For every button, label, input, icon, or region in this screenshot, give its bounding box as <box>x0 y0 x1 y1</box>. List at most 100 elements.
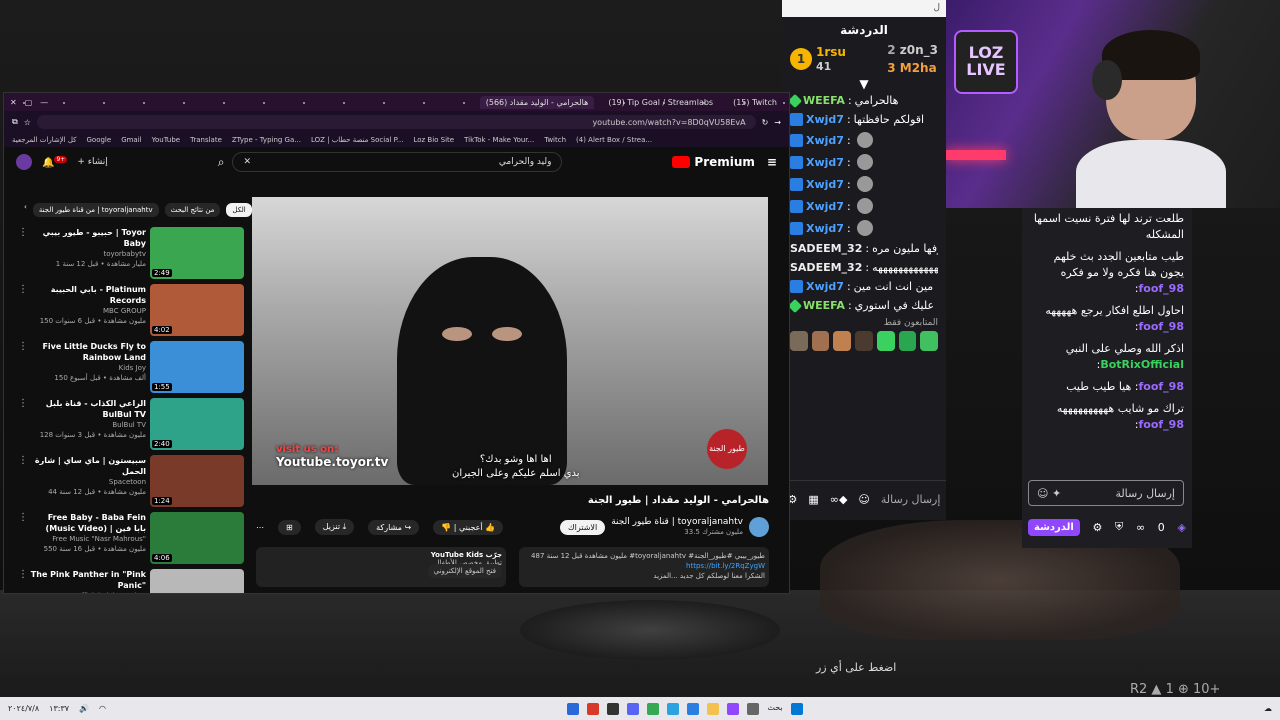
chat-username[interactable]: Xwjd7 <box>806 113 844 126</box>
related-video-channel[interactable]: Free Music "Nasr Mahrous" <box>26 534 146 544</box>
video-thumbnail[interactable]: 1:55 <box>150 341 244 393</box>
tab-twitch[interactable]: (15) Twitch <box>727 96 783 109</box>
account-avatar[interactable] <box>16 154 32 170</box>
related-video-title[interactable]: Free Baby - Baba Fein (Music Video) | با… <box>26 512 146 534</box>
search-icon[interactable]: ⌕ <box>218 155 225 170</box>
more-vert-icon[interactable]: ⋮ <box>18 569 28 580</box>
youtube-logo[interactable]: Premium ≡ <box>672 155 777 169</box>
chat-input[interactable]: إرسال رسالة <box>881 493 941 506</box>
app-icon[interactable] <box>587 702 600 715</box>
notifications-icon[interactable]: 🔔 9+ <box>42 155 68 168</box>
video-player[interactable]: visit us on: Youtube.toyor.tv اها اها وش… <box>252 197 768 485</box>
points-icon[interactable]: ◈ <box>1177 521 1185 534</box>
channel-avatar[interactable] <box>749 517 769 537</box>
chat2-username[interactable]: foof_98 <box>1139 282 1185 295</box>
volume-icon[interactable]: 🔊 <box>79 704 89 713</box>
store-icon[interactable]: ▦ <box>808 493 818 506</box>
chip-all[interactable]: الكل <box>226 203 252 217</box>
related-video-item[interactable]: ⋮The Pink Panther in "Pink Panic"Officia… <box>18 569 244 593</box>
forward-icon[interactable]: → <box>774 118 781 127</box>
chat-username[interactable]: Xwjd7 <box>806 156 844 169</box>
related-video-title[interactable]: سبيستون | ماي ساي | شارة الحمل <box>26 455 146 477</box>
emote-icon[interactable] <box>920 331 939 351</box>
related-video-title[interactable]: حبيبو - طيور بيبي | Toyor Baby <box>26 227 146 249</box>
more-vert-icon[interactable]: ⋮ <box>18 398 28 409</box>
related-video-title[interactable]: بابي الحبيبة - Platinum Records <box>26 284 146 306</box>
bookmark-item[interactable]: YouTube <box>152 136 180 144</box>
window-restore-icon[interactable]: ▢ <box>25 98 33 107</box>
chevron-left-icon[interactable]: ‹ <box>24 203 27 217</box>
close-window-icon[interactable]: ✕ <box>10 98 17 107</box>
chat-username[interactable]: WEEFA <box>803 299 845 312</box>
emote-icon[interactable] <box>833 331 852 351</box>
emote-icon[interactable] <box>855 331 873 351</box>
bookmark-item[interactable]: LOZ | منصة حطاب Social P... <box>311 136 403 144</box>
chat2-username[interactable]: foof_98 <box>1139 380 1185 393</box>
video-thumbnail[interactable]: 2:40 <box>150 398 244 450</box>
kids-open-button[interactable]: فتح الموقع الإلكتروني <box>427 564 502 578</box>
bookmark-item[interactable]: Loz Bio Site <box>413 136 454 144</box>
video-thumbnail[interactable]: 2:49 <box>150 227 244 279</box>
related-video-item[interactable]: ⋮ بابي الحبيبة - Platinum Records MBC GROU… <box>18 284 244 340</box>
chip-channel[interactable]: من قناة طيور الجنة | toyoraljanahtv <box>32 203 159 217</box>
discord-icon[interactable] <box>627 702 640 715</box>
url-field[interactable]: youtube.com/watch?v=8D0qVU58EvA <box>36 115 756 129</box>
chat2-input[interactable]: ☺ ✦ إرسال رسالة <box>1028 480 1184 506</box>
emote-icon[interactable] <box>790 331 808 351</box>
widgets-icon[interactable]: ☁ <box>1264 704 1272 713</box>
telegram-icon[interactable] <box>667 702 680 715</box>
menu-icon[interactable]: ≡ <box>767 155 777 169</box>
video-thumbnail[interactable]: 4:06 <box>150 512 244 564</box>
settings-icon[interactable]: ⚙ <box>1092 521 1102 534</box>
related-video-item[interactable]: ⋮ Five Little Ducks Fly to Rainbow Land Ki… <box>18 341 244 397</box>
chat2-username[interactable]: BotRixOfficial <box>1100 358 1184 371</box>
related-video-channel[interactable]: toyorbabytv <box>26 249 146 259</box>
shield-icon[interactable]: ⛨ <box>1115 520 1123 534</box>
tab-streamlabs[interactable]: (19) Tip Goal / Streamlabs <box>602 96 719 109</box>
minimize-icon[interactable]: — <box>40 98 48 107</box>
chat-username[interactable]: WEEFA <box>803 94 845 107</box>
related-video-item[interactable]: ⋮ Free Baby - Baba Fein (Music Video) | ب… <box>18 512 244 568</box>
bookmark-item[interactable]: Gmail <box>121 136 141 144</box>
more-vert-icon[interactable]: ⋮ <box>18 455 28 466</box>
start-icon[interactable] <box>790 702 803 715</box>
twitch-icon[interactable] <box>727 702 740 715</box>
bits-icon[interactable]: ∞ <box>1136 521 1145 534</box>
bookmark-item[interactable]: Twitch <box>544 136 566 144</box>
related-video-item[interactable]: ⋮ حبيبو - طيور بيبي | Toyor Baby toyorbaby… <box>18 227 244 283</box>
wifi-icon[interactable]: ◠ <box>99 704 106 713</box>
app-icon[interactable] <box>567 702 580 715</box>
clear-search-icon[interactable]: ✕ <box>243 157 251 167</box>
more-vert-icon[interactable]: ⋮ <box>18 227 28 238</box>
more-icon[interactable]: ⋯ <box>256 523 264 532</box>
chat-username[interactable]: Xwjd7 <box>806 222 844 235</box>
like-button[interactable]: 👎 | أعجبني 👍 <box>433 519 504 535</box>
bookmark-item[interactable]: كل الإشارات المرجعية <box>12 136 77 144</box>
video-thumbnail[interactable] <box>150 569 244 593</box>
related-video-title[interactable]: Five Little Ducks Fly to Rainbow Land <box>26 341 146 363</box>
leader-1-name[interactable]: 1rsu <box>816 45 846 59</box>
more-vert-icon[interactable]: ⋮ <box>18 284 28 295</box>
related-video-title[interactable]: الراعي الكذاب - قناة بلبل BulBul TV <box>26 398 146 420</box>
chat2-username[interactable]: foof_98 <box>1139 320 1185 333</box>
bookmark-item[interactable]: (4) Alert Box / Strea... <box>576 136 652 144</box>
bookmark-star-icon[interactable]: ☆ <box>24 118 31 127</box>
leader-2-name[interactable]: z0n_3 <box>900 43 938 57</box>
related-video-item[interactable]: ⋮ الراعي الكذاب - قناة بلبل BulBul TV BulB… <box>18 398 244 454</box>
related-video-channel[interactable]: Kids Joy <box>26 363 146 373</box>
more-vert-icon[interactable]: ⋮ <box>18 512 28 523</box>
taskbar-search[interactable]: بحث <box>767 703 782 715</box>
related-video-title[interactable]: The Pink Panther in "Pink Panic" <box>26 569 146 591</box>
emote-icon[interactable] <box>898 331 917 351</box>
chip-search[interactable]: من نتائج البحث <box>164 203 221 217</box>
description-more[interactable]: الشكرا معنا لوصلكم كل جديد ...المزيد <box>653 572 765 580</box>
tab-youtube[interactable]: هالحرامي - الوليد مقداد (566) <box>479 95 595 109</box>
chat-username[interactable]: Xwjd7 <box>806 200 844 213</box>
search-input[interactable]: ✕ وليد والحرامي <box>232 152 563 172</box>
chrome-icon[interactable] <box>647 702 660 715</box>
bits-icon[interactable]: ∞◆ <box>830 493 848 506</box>
related-video-item[interactable]: ⋮ سبيستون | ماي ساي | شارة الحمل Spacetoon… <box>18 455 244 511</box>
video-thumbnail[interactable]: 4:02 <box>150 284 244 336</box>
related-video-channel[interactable]: Official Pink Panther <box>26 591 146 593</box>
channel-name[interactable]: قناة طيور الجنة | toyoraljanahtv <box>611 517 743 527</box>
